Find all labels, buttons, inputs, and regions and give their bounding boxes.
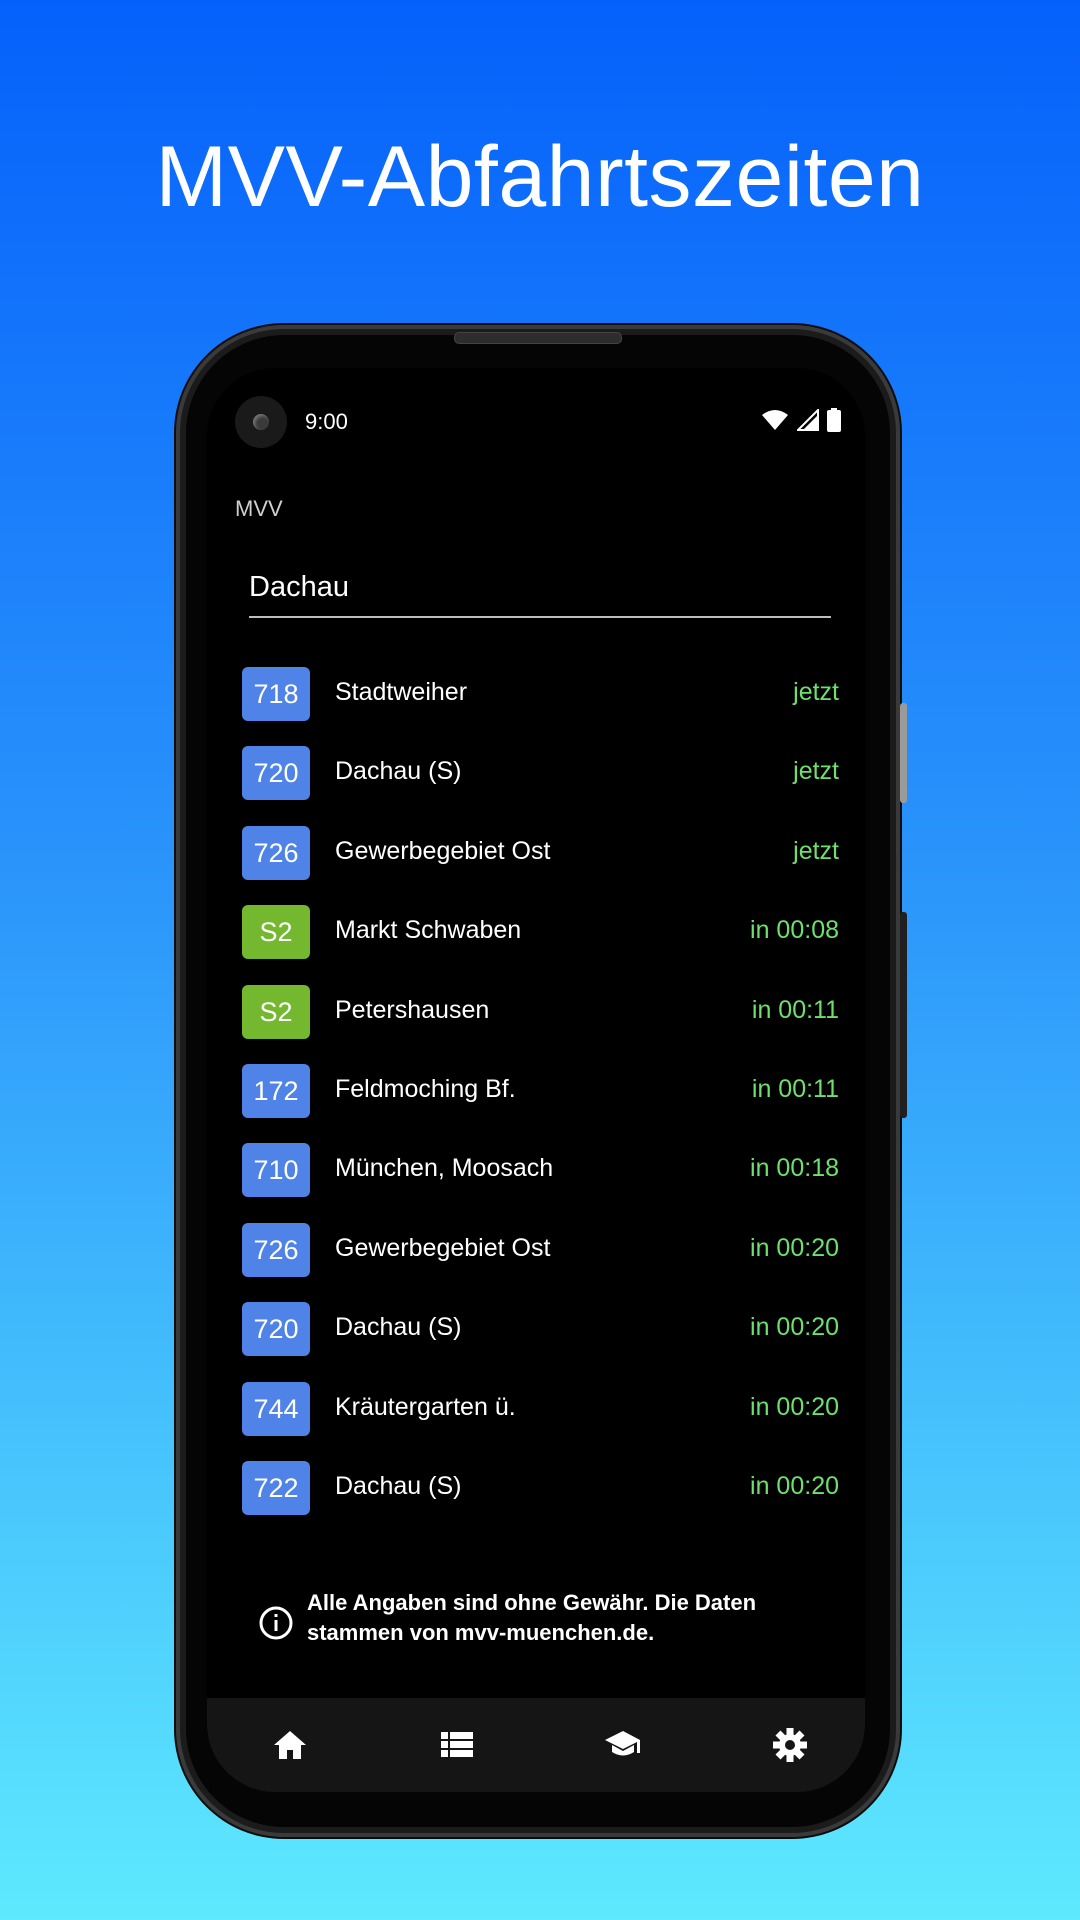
departure-row[interactable]: 726 Gewerbegebiet Ost in 00:20 — [207, 1214, 865, 1293]
departure-time: in 00:18 — [750, 1154, 839, 1182]
departure-destination: Dachau (S) — [335, 1472, 462, 1500]
school-icon — [605, 1731, 640, 1756]
app-title: MVV — [235, 496, 283, 521]
departure-row[interactable]: 710 München, Moosach in 00:18 — [207, 1134, 865, 1213]
signal-icon — [797, 409, 819, 431]
list-icon — [441, 1732, 473, 1757]
status-bar: 9:00 — [207, 368, 865, 480]
disclaimer-text: Alle Angaben sind ohne Gewähr. Die Daten… — [307, 1590, 757, 1645]
bus-line-badge: 718 — [242, 667, 310, 721]
bus-line-badge: 744 — [242, 1382, 310, 1436]
battery-icon — [827, 408, 841, 432]
departure-row[interactable]: 722 Dachau (S) in 00:20 — [207, 1452, 865, 1531]
departure-time: in 00:20 — [750, 1234, 839, 1262]
departure-row[interactable]: 172 Feldmoching Bf. in 00:11 — [207, 1055, 865, 1134]
promo-headline: MVV-Abfahrtszeiten — [155, 129, 925, 225]
bus-line-badge: 720 — [242, 1302, 310, 1356]
status-time: 9:00 — [305, 409, 348, 434]
departure-destination: Markt Schwaben — [335, 916, 522, 944]
departure-destination: München, Moosach — [335, 1154, 554, 1182]
wifi-icon — [762, 410, 788, 430]
info-icon — [259, 1606, 293, 1640]
departure-time: in 00:20 — [750, 1393, 839, 1421]
departure-time: in 00:20 — [750, 1313, 839, 1341]
station-search-input[interactable]: Dachau — [249, 568, 831, 618]
bus-line-badge: 720 — [242, 746, 310, 800]
departure-destination: Dachau (S) — [335, 1313, 462, 1341]
departure-row[interactable]: S2 Petershausen in 00:11 — [207, 976, 865, 1055]
bus-line-badge: 710 — [242, 1143, 310, 1197]
departure-time: jetzt — [793, 837, 839, 865]
departure-time: in 00:11 — [751, 1075, 839, 1103]
phone-speaker — [454, 332, 622, 344]
app-screen: 9:00 MVV Dachau 718 Stadtweiher jetzt 720 Da… — [207, 368, 865, 1792]
departure-row[interactable]: 726 Gewerbegebiet Ost jetzt — [207, 817, 865, 896]
front-camera — [235, 396, 287, 448]
sbahn-line-badge: S2 — [242, 985, 310, 1039]
departure-destination: Stadtweiher — [335, 678, 468, 706]
bus-line-badge: 722 — [242, 1461, 310, 1515]
departure-time: jetzt — [793, 757, 839, 785]
departure-destination: Dachau (S) — [335, 757, 462, 785]
departure-row[interactable]: 720 Dachau (S) jetzt — [207, 737, 865, 816]
departure-row[interactable]: 720 Dachau (S) in 00:20 — [207, 1293, 865, 1372]
nav-settings-button[interactable] — [765, 1722, 815, 1768]
bus-line-badge: 726 — [242, 826, 310, 880]
sbahn-line-badge: S2 — [242, 905, 310, 959]
home-icon — [274, 1731, 306, 1759]
departure-destination: Gewerbegebiet Ost — [335, 837, 551, 865]
bus-line-badge: 172 — [242, 1064, 310, 1118]
nav-list-button[interactable] — [432, 1722, 482, 1768]
departure-time: in 00:20 — [750, 1472, 839, 1500]
phone-volume-button — [900, 703, 907, 803]
departure-time: in 00:08 — [750, 916, 839, 944]
settings-icon — [773, 1728, 807, 1762]
departure-row[interactable]: 744 Kräutergarten ü. in 00:20 — [207, 1373, 865, 1452]
departure-time: jetzt — [793, 678, 839, 706]
phone-power-button — [900, 912, 907, 1118]
departure-destination: Petershausen — [335, 996, 490, 1024]
nav-home-button[interactable] — [265, 1722, 315, 1768]
nav-school-button[interactable] — [598, 1722, 648, 1768]
departure-row[interactable]: S2 Markt Schwaben in 00:08 — [207, 896, 865, 975]
departure-time: in 00:11 — [751, 996, 839, 1024]
bus-line-badge: 726 — [242, 1223, 310, 1277]
bottom-navigation — [207, 1698, 865, 1792]
departure-destination: Kräutergarten ü. — [335, 1393, 516, 1421]
departure-destination: Feldmoching Bf. — [335, 1075, 516, 1103]
departure-row[interactable]: 718 Stadtweiher jetzt — [207, 658, 865, 737]
disclaimer-notice: Alle Angaben sind ohne Gewähr. Die Daten… — [245, 1588, 825, 1658]
departure-destination: Gewerbegebiet Ost — [335, 1234, 551, 1262]
